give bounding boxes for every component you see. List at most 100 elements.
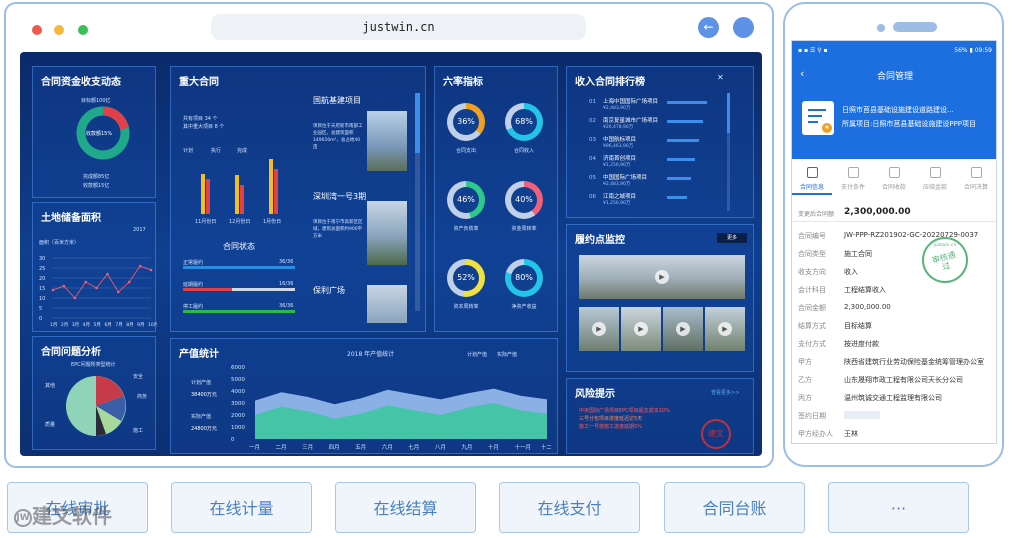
risk-item[interactable]: 施工一号楼施工进度延期5% (579, 423, 642, 430)
url-bar[interactable]: justwin.cn (211, 14, 586, 40)
rank-row[interactable]: 06 江南之城项目 ¥1,256,90万 (589, 192, 636, 206)
field-value: 温州筑诚交通工程监理有限公司 (844, 394, 942, 402)
monitor-video[interactable]: ▶ (705, 307, 745, 351)
tab-payment-terms[interactable]: 支付条件 (833, 167, 873, 191)
rank-amount: ¥2,483,90万 (603, 182, 631, 187)
monitor-video[interactable]: ▶ (663, 307, 703, 351)
tab-final-account[interactable]: 合同决算 (956, 167, 996, 191)
tile-online-measure[interactable]: 在线计量 (171, 482, 312, 533)
close-dot-icon[interactable] (32, 25, 42, 35)
output-ytick: 5000 (231, 377, 245, 383)
field-value (844, 411, 880, 419)
rank-number: 03 (589, 137, 596, 143)
rank-row[interactable]: 01 上海中国国际广场项目 ¥2,483,90万 (589, 97, 658, 111)
rate-label: 资本周转率 (453, 304, 479, 310)
rate-ring: 52% (447, 259, 485, 297)
scrollbar[interactable] (415, 93, 420, 311)
play-icon[interactable]: ▶ (718, 322, 732, 336)
rate-value: 52% (453, 265, 479, 291)
rank-row[interactable]: 04 济南首创项目 ¥1,256,90万 (589, 154, 636, 168)
rate-ring: 46% (447, 181, 485, 219)
field-value: 王林 (844, 430, 858, 438)
land-point (62, 284, 66, 288)
status-label: 停工履约 (183, 304, 204, 310)
rate-value: 40% (511, 187, 537, 213)
risk-more-link[interactable]: 查看更多>> (711, 389, 739, 396)
major-count: 其中重大项目 8 个 (183, 124, 225, 130)
project-image (367, 201, 407, 265)
field-label: 结算方式 (798, 322, 826, 330)
fund-done: 完成额85亿 (83, 174, 110, 180)
rate-label: 资金周转率 (511, 226, 537, 232)
field-value: 收入 (844, 268, 858, 276)
rank-row[interactable]: 02 南京复星城市广场项目 ¥26,478,90万 (589, 116, 658, 130)
status-bar-left: ▪ ▪ ☰ ⚲ ▪ (798, 47, 828, 54)
watermark-icon: JW (14, 509, 32, 527)
land-point (51, 288, 55, 292)
status-title: 合同状态 (223, 242, 255, 251)
scrollbar[interactable] (727, 93, 730, 211)
land-xtick: 10月 (148, 322, 157, 328)
land-point (84, 280, 87, 284)
rate-label: 合同支出 (455, 148, 476, 154)
output-ytick: 3000 (231, 401, 245, 407)
fund-target: 目标额100亿 (81, 98, 111, 104)
panel-title: 重大合同 (179, 77, 219, 88)
rank-amount: ¥1,256,90万 (603, 201, 631, 206)
panel-more-icon[interactable]: ✕ (717, 73, 724, 82)
plan-value: 38400万元 (191, 392, 217, 398)
output-xtick: 十二月 (541, 443, 551, 451)
rate-label: 净资产收益 (511, 304, 537, 310)
monitor-video[interactable]: ▶ (579, 307, 619, 351)
legend-plan: 计划产值 (467, 352, 488, 358)
output-xtick: 七月 (408, 443, 419, 451)
rank-row[interactable]: 05 中国国际广场项目 ¥2,483,90万 (589, 173, 647, 187)
tile-more[interactable]: ··· (828, 482, 969, 533)
play-icon[interactable]: ▶ (655, 270, 669, 284)
back-arrow-icon[interactable]: ← (698, 17, 719, 38)
circle-button[interactable] (733, 17, 754, 38)
maximize-dot-icon[interactable] (78, 25, 88, 35)
field-label: 丙方 (798, 394, 812, 402)
land-point (127, 280, 131, 284)
project-desc: 项目位于南宁市高新区区域，建筑总面积约900平方米 (313, 220, 363, 239)
field-value: 施工合同 (844, 250, 872, 258)
rank-row[interactable]: 03 中国航标项目 ¥96,463,90万 (589, 135, 636, 149)
tab-label: 合同决算 (963, 184, 988, 191)
bar (274, 169, 278, 214)
pie-label: 其他 (45, 383, 56, 389)
field-value: JW-PPP-RZ201902-GC-20220729-0037 (844, 231, 979, 239)
play-icon[interactable]: ▶ (676, 322, 690, 336)
speaker-slot (893, 22, 937, 32)
rank-bar (667, 158, 695, 161)
risk-stamp: 建文 (701, 419, 731, 449)
project-card[interactable]: 国航基建项目 项目位于天府新市南部工业园区，总建筑面积149650m²，总占地4… (313, 95, 407, 175)
risk-item[interactable]: 三号分包项目进度延迟达5天 (579, 415, 642, 422)
tile-online-payment[interactable]: 在线支付 (499, 482, 640, 533)
tab-settlement[interactable]: 应结金款 (915, 167, 955, 191)
tile-contract-ledger[interactable]: 合同台账 (664, 482, 805, 533)
project-card[interactable]: 保利广场 (313, 285, 407, 325)
field-label: 合同金额 (798, 304, 826, 312)
play-icon[interactable]: ▶ (592, 322, 606, 336)
rank-bar (667, 120, 703, 123)
tab-contract-info[interactable]: 合同信息 (792, 167, 832, 191)
stamp-top: justwin.cn (933, 243, 957, 248)
status-label: 正常履约 (183, 260, 204, 266)
minimize-dot-icon[interactable] (54, 25, 64, 35)
play-icon[interactable]: ▶ (634, 322, 648, 336)
panel-title: 产值统计 (179, 349, 219, 360)
risk-item[interactable]: 中央国际广场项目EPC项目超支成本20% (579, 407, 670, 414)
rank-bar (667, 196, 687, 199)
monitor-video-main[interactable]: ▶ (579, 255, 745, 299)
tile-online-settlement[interactable]: 在线结算 (335, 482, 476, 533)
bar-xtick: 1月份日 (263, 219, 282, 225)
tab-collection[interactable]: 合同收款 (874, 167, 914, 191)
bar (240, 185, 244, 214)
bar (269, 159, 273, 214)
monitor-video[interactable]: ▶ (621, 307, 661, 351)
issue-subtitle: EPC问题所类型统计 (71, 362, 116, 368)
phone-title: 合同管理 (876, 72, 913, 82)
project-card[interactable]: 深圳湾一号3期 项目位于南宁市高新区区域，建筑总面积约900平方米 (313, 191, 407, 271)
more-button[interactable]: 更多 (717, 233, 747, 243)
